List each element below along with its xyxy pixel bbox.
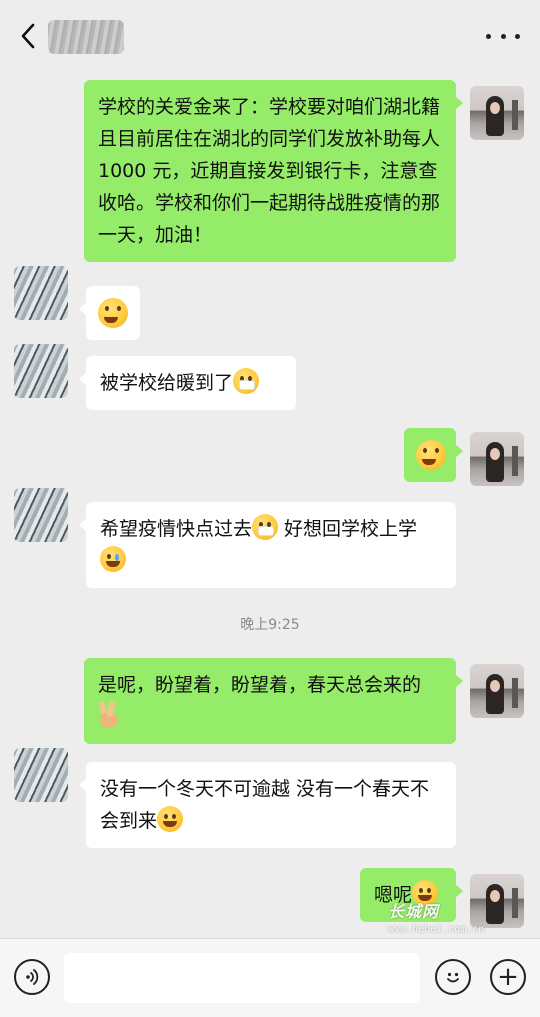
back-button[interactable]	[14, 20, 42, 52]
site-watermark: 长城网 www.hebei.com.cn	[388, 898, 538, 938]
watermark-logo: 长城网	[388, 902, 440, 921]
self-avatar[interactable]	[470, 86, 524, 140]
message-text: 是呢，盼望着，盼望着，春天总会来的	[98, 674, 422, 696]
message-input[interactable]	[64, 953, 420, 1003]
chat-header	[0, 0, 540, 70]
chat-title-redacted	[48, 20, 124, 54]
chat-input-bar: +	[0, 938, 540, 1017]
contact-avatar[interactable]	[14, 488, 68, 542]
contact-avatar[interactable]	[14, 344, 68, 398]
contact-avatar[interactable]	[14, 748, 68, 802]
message-text: 希望疫情快点过去	[100, 518, 253, 540]
plus-button[interactable]: +	[490, 959, 526, 995]
self-avatar[interactable]	[470, 664, 524, 718]
message-text: 没有一个冬天不可逾越 没有一个春天不会到来	[100, 778, 430, 832]
more-button[interactable]	[486, 24, 520, 48]
message-text: 被学校给暖到了	[100, 372, 234, 394]
mask-emoji	[252, 514, 279, 540]
victory-hand-emoji	[98, 701, 120, 729]
message-bubble[interactable]: 被学校给暖到了	[79, 356, 296, 410]
voice-button[interactable]	[14, 959, 50, 995]
more-dots-icon	[486, 33, 491, 39]
emoji-button[interactable]	[435, 959, 471, 995]
contact-avatar[interactable]	[14, 266, 68, 320]
grin-emoji	[416, 440, 446, 470]
message-bubble[interactable]	[79, 286, 140, 340]
flushed-emoji	[98, 298, 128, 328]
crying-emoji	[100, 546, 126, 572]
emoji-icon	[447, 972, 459, 983]
self-avatar[interactable]	[470, 432, 524, 486]
shush-emoji	[157, 806, 184, 832]
plus-icon: +	[497, 962, 519, 992]
message-bubble[interactable]	[404, 428, 463, 482]
message-bubble[interactable]: 没有一个冬天不可逾越 没有一个春天不会到来	[79, 762, 456, 848]
message-bubble[interactable]: 希望疫情快点过去 好想回学校上学	[79, 502, 456, 588]
message-timestamp: 晚上9:25	[240, 617, 300, 633]
message-bubble[interactable]: 学校的关爱金来了：学校要对咱们湖北籍且目前居住在湖北的同学们发放补助每人 100…	[84, 80, 463, 262]
message-text: 好想回学校上学	[278, 518, 418, 540]
mask-emoji	[233, 368, 260, 394]
watermark-url: www.hebei.com.cn	[388, 924, 485, 935]
chevron-left-icon	[21, 23, 35, 49]
voice-icon	[26, 969, 39, 985]
message-bubble[interactable]: 是呢，盼望着，盼望着，春天总会来的	[84, 658, 463, 744]
message-text: 学校的关爱金来了：学校要对咱们湖北籍且目前居住在湖北的同学们发放补助每人 100…	[98, 96, 441, 246]
